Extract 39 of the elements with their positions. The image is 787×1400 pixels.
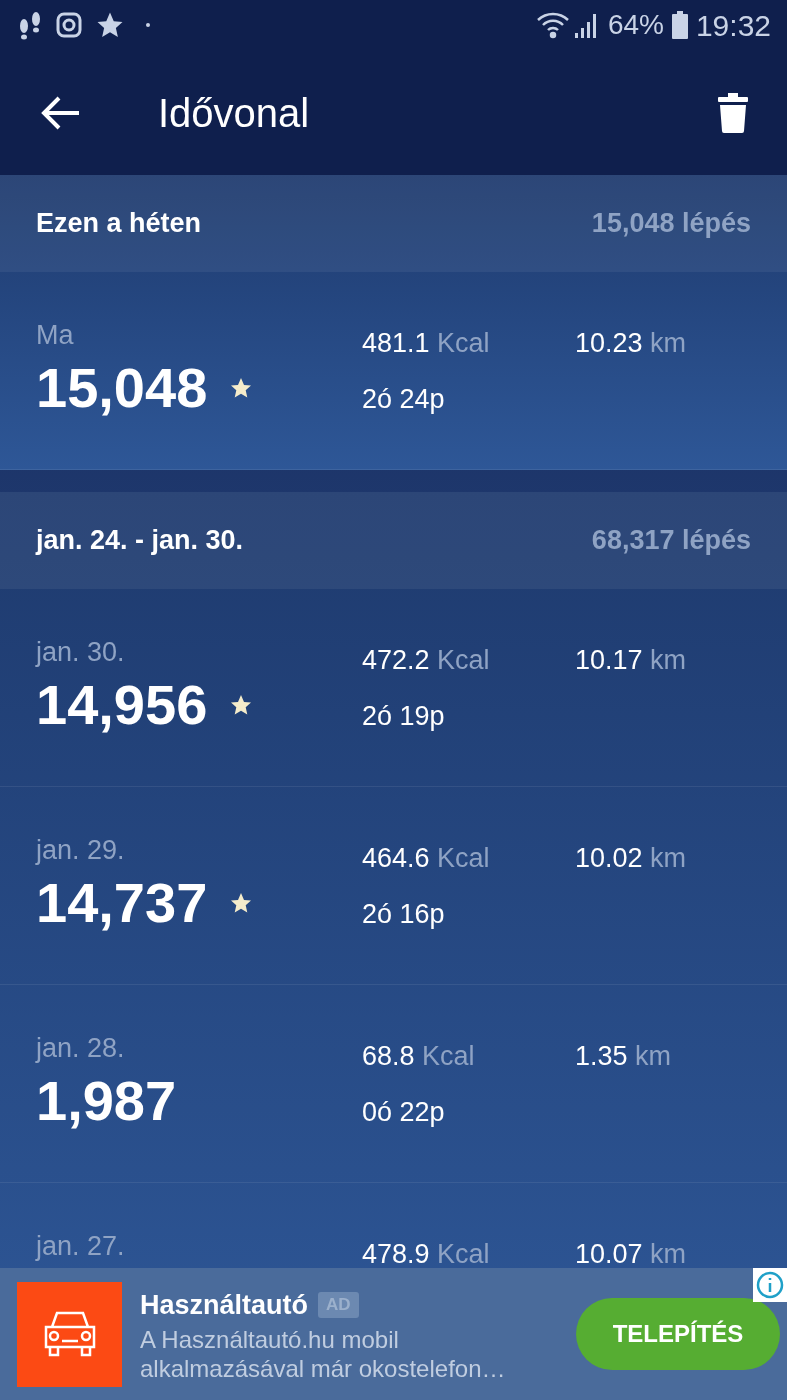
week-total: 15,048 lépés: [591, 207, 751, 241]
week-total: 68,317 lépés: [591, 524, 751, 558]
distance-value: 1.35 km: [575, 1041, 672, 1071]
wifi-icon: [535, 11, 570, 39]
duration-value: 0ó 22p: [362, 1096, 446, 1129]
calories-value: 481.1 Kcal: [362, 327, 491, 360]
day-date: jan. 27.: [36, 1230, 126, 1263]
step-count: 14,956: [36, 673, 208, 737]
duration-value: 2ó 19p: [362, 700, 446, 733]
distance-value: 10.17 km: [575, 645, 687, 675]
clock-time: 19:32: [695, 7, 771, 44]
car-icon: [17, 1281, 122, 1387]
ad-title: Használtautó: [140, 1288, 309, 1322]
calories-value: 472.2 Kcal: [362, 644, 491, 677]
day-date: jan. 29.: [36, 834, 126, 867]
screen-title: Idővonal: [158, 89, 310, 137]
day-date: jan. 30.: [36, 636, 126, 669]
day-date: jan. 28.: [36, 1032, 126, 1065]
distance-value: 10.07 km: [575, 1239, 687, 1268]
camera-app-icon: [56, 12, 82, 38]
delete-button[interactable]: [717, 91, 749, 134]
week-title: Ezen a héten: [36, 207, 202, 241]
distance-value: 10.02 km: [575, 843, 687, 873]
step-count: 1,987: [36, 1069, 177, 1133]
step-count: 14,737: [36, 871, 208, 935]
calories-value: 68.8 Kcal: [362, 1040, 476, 1073]
calories-value: 464.6 Kcal: [362, 842, 491, 875]
info-icon[interactable]: [753, 1268, 787, 1302]
install-button[interactable]: TELEPÍTÉS: [576, 1298, 780, 1370]
ad-description: A Használtautó.hu mobil alkalmazásával már okostelefon…: [140, 1325, 507, 1384]
day-date: Ma: [36, 319, 75, 352]
battery-icon: [671, 11, 688, 39]
step-count: 15,048: [36, 356, 208, 420]
calories-value: 478.9 Kcal: [362, 1238, 491, 1268]
battery-percent: 64%: [607, 8, 664, 42]
duration-value: 2ó 24p: [362, 383, 446, 416]
week-title: jan. 24. - jan. 30.: [36, 524, 244, 558]
distance-value: 10.23 km: [575, 328, 687, 358]
duration-value: 2ó 16p: [362, 898, 446, 931]
